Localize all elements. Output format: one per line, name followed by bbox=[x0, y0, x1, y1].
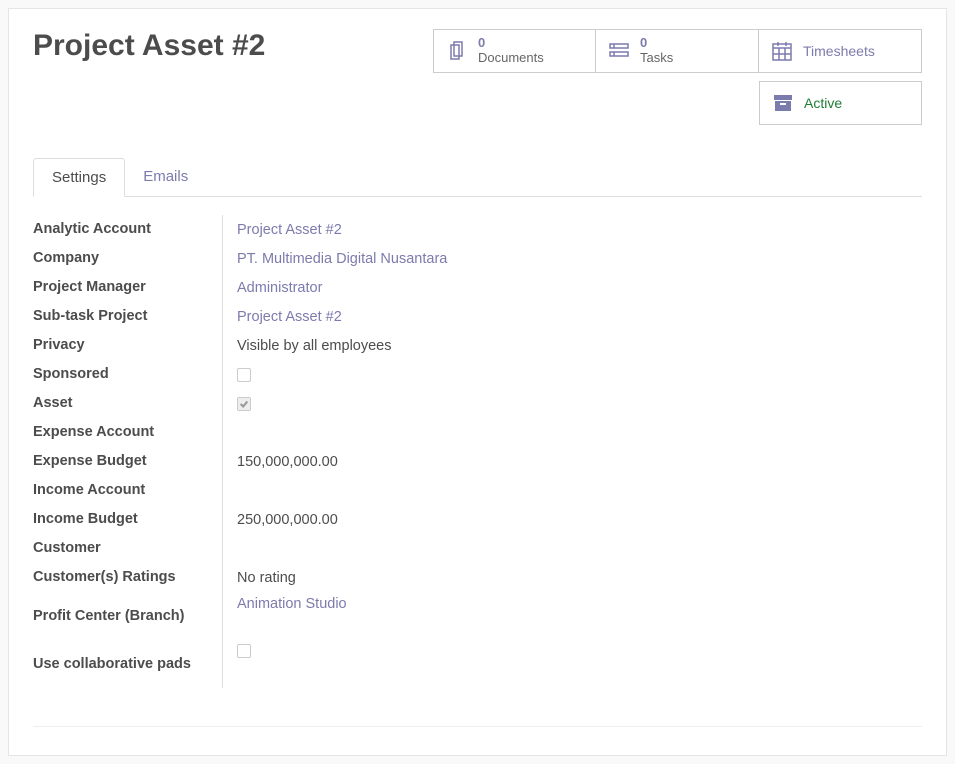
stat-tasks-count: 0 bbox=[640, 36, 673, 51]
label-subtask-project: Sub-task Project bbox=[33, 307, 147, 326]
label-income-budget: Income Budget bbox=[33, 510, 138, 529]
checkbox-collab-pads[interactable] bbox=[237, 644, 251, 658]
label-expense-budget: Expense Budget bbox=[33, 452, 147, 471]
label-project-manager: Project Manager bbox=[33, 278, 146, 297]
settings-panel: Analytic Account Company Project Manager… bbox=[33, 215, 922, 688]
stat-active[interactable]: Active bbox=[759, 81, 922, 125]
value-company[interactable]: PT. Multimedia Digital Nusantara bbox=[237, 251, 447, 267]
stat-documents-count: 0 bbox=[478, 36, 544, 51]
stat-documents-label: Documents bbox=[478, 51, 544, 66]
label-column: Analytic Account Company Project Manager… bbox=[33, 215, 223, 688]
stat-active-label: Active bbox=[804, 95, 842, 111]
title-wrap: Project Asset #2 bbox=[33, 29, 433, 62]
label-privacy: Privacy bbox=[33, 336, 85, 355]
checkbox-sponsored[interactable] bbox=[237, 368, 251, 382]
tasks-icon bbox=[606, 38, 632, 64]
value-profit-center[interactable]: Animation Studio bbox=[237, 596, 347, 612]
label-profit-center: Profit Center (Branch) bbox=[33, 607, 184, 626]
value-customer-ratings: No rating bbox=[237, 570, 296, 586]
archive-icon bbox=[770, 90, 796, 116]
documents-icon bbox=[444, 38, 470, 64]
value-income-budget: 250,000,000.00 bbox=[237, 512, 338, 528]
stat-buttons: 0 Documents 0 Tasks bbox=[433, 29, 922, 125]
label-expense-account: Expense Account bbox=[33, 423, 154, 442]
topbar: Project Asset #2 0 Documents bbox=[33, 29, 922, 125]
stat-row-2: Active bbox=[759, 81, 922, 125]
label-income-account: Income Account bbox=[33, 481, 145, 500]
label-analytic-account: Analytic Account bbox=[33, 220, 151, 239]
value-expense-budget: 150,000,000.00 bbox=[237, 454, 338, 470]
stat-documents[interactable]: 0 Documents bbox=[433, 29, 596, 73]
label-sponsored: Sponsored bbox=[33, 365, 109, 384]
value-privacy: Visible by all employees bbox=[237, 338, 391, 354]
stat-timesheets[interactable]: Timesheets bbox=[759, 29, 922, 73]
stat-tasks-label: Tasks bbox=[640, 51, 673, 66]
value-subtask-project[interactable]: Project Asset #2 bbox=[237, 309, 342, 325]
value-analytic-account[interactable]: Project Asset #2 bbox=[237, 222, 342, 238]
stat-tasks[interactable]: 0 Tasks bbox=[596, 29, 759, 73]
label-customer-ratings: Customer(s) Ratings bbox=[33, 568, 176, 587]
value-column: Project Asset #2 PT. Multimedia Digital … bbox=[223, 215, 922, 688]
tab-settings[interactable]: Settings bbox=[33, 158, 125, 197]
form-sheet: Project Asset #2 0 Documents bbox=[8, 8, 947, 756]
stat-row-1: 0 Documents 0 Tasks bbox=[433, 29, 922, 73]
checkbox-asset bbox=[237, 397, 251, 411]
value-project-manager[interactable]: Administrator bbox=[237, 280, 322, 296]
tabs: Settings Emails bbox=[33, 157, 922, 197]
label-asset: Asset bbox=[33, 394, 73, 413]
calendar-icon bbox=[769, 38, 795, 64]
bottom-divider bbox=[33, 726, 922, 727]
label-customer: Customer bbox=[33, 539, 101, 558]
label-collab-pads: Use collaborative pads bbox=[33, 655, 191, 674]
tab-emails[interactable]: Emails bbox=[125, 158, 206, 197]
label-company: Company bbox=[33, 249, 99, 268]
page-title: Project Asset #2 bbox=[33, 29, 433, 62]
stat-timesheets-label: Timesheets bbox=[803, 43, 875, 59]
